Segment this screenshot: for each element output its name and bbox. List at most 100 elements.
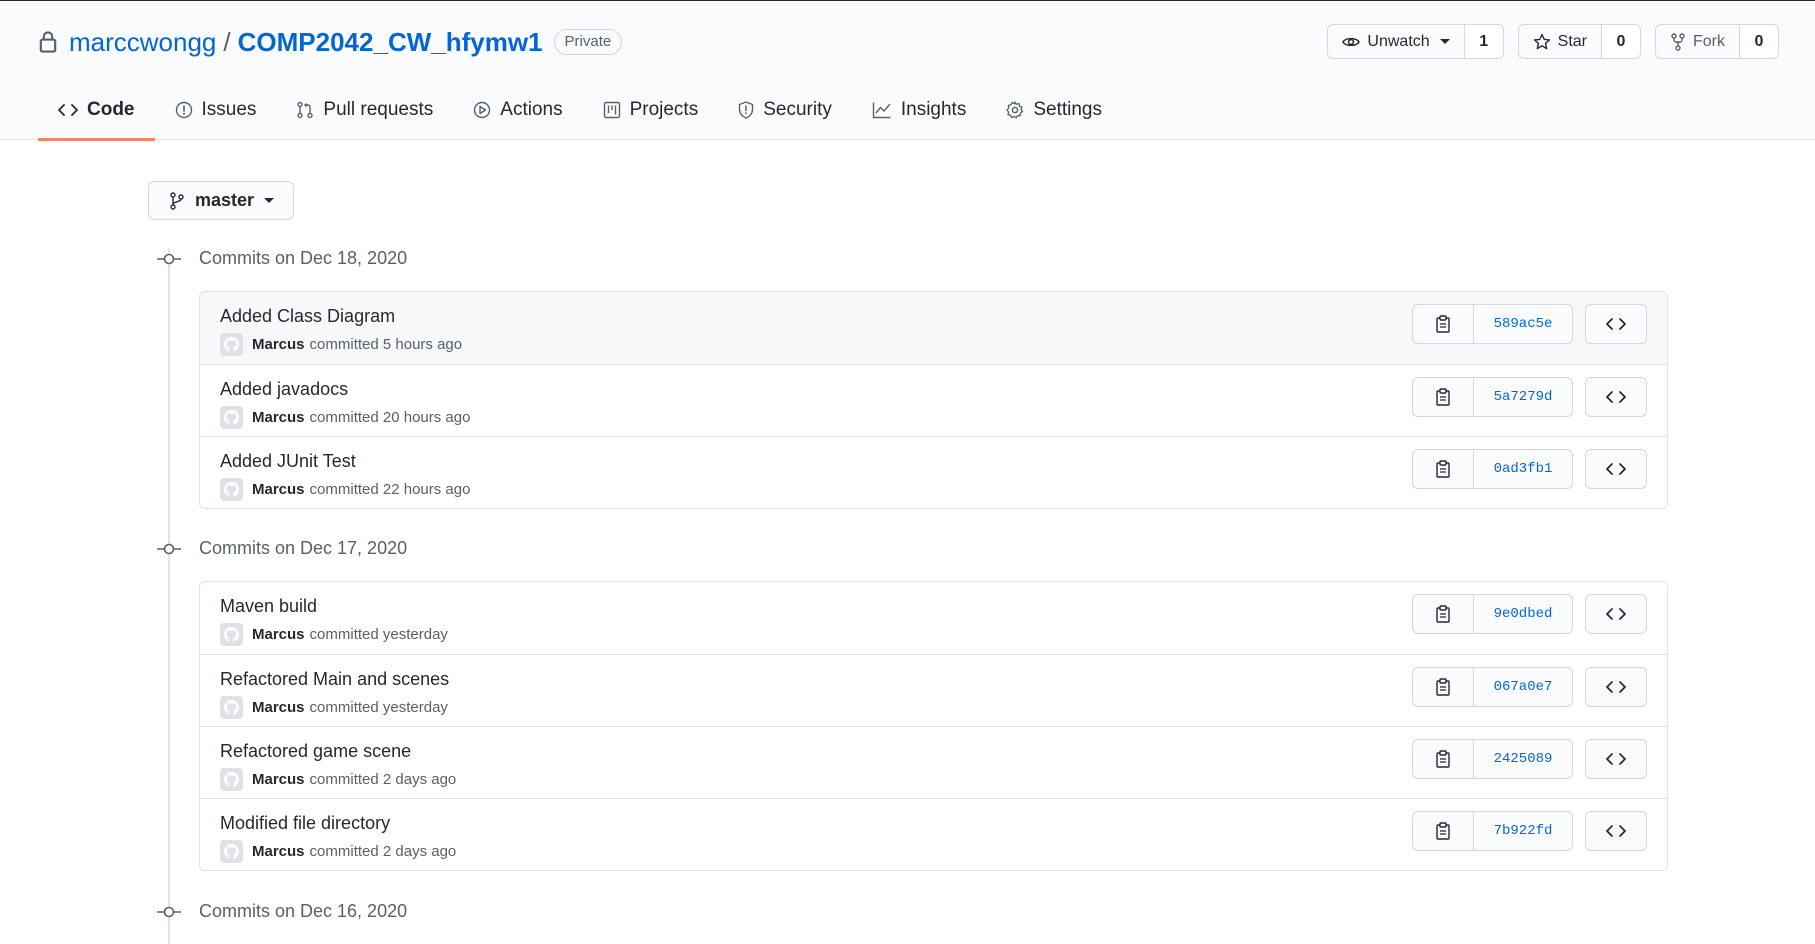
github-avatar-icon — [224, 410, 239, 425]
commit-message-link[interactable]: Added javadocs — [220, 379, 348, 400]
repo-nav: Code Issues Pull requests Actions Projec… — [38, 79, 1122, 141]
code-icon — [1606, 825, 1626, 837]
avatar[interactable] — [220, 478, 243, 501]
sha-group: 0ad3fb1 — [1412, 449, 1573, 489]
pull-request-icon — [297, 101, 314, 118]
forks-count[interactable]: 0 — [1740, 25, 1778, 58]
issue-icon — [175, 101, 192, 118]
commit-sha-link[interactable]: 2425089 — [1474, 740, 1572, 778]
code-icon — [1606, 463, 1626, 475]
commit-sha-link[interactable]: 589ac5e — [1474, 305, 1572, 343]
commit-message-link[interactable]: Added JUnit Test — [220, 451, 356, 472]
commit-author-link[interactable]: Marcus — [252, 481, 305, 498]
commit-sha-link[interactable]: 5a7279d — [1474, 378, 1572, 416]
tab-security[interactable]: Security — [718, 79, 852, 140]
browse-repo-button[interactable] — [1585, 449, 1647, 489]
commit-action: committed — [309, 843, 379, 860]
commit-action: committed — [309, 771, 379, 788]
lock-icon — [39, 31, 57, 53]
commit-author-link[interactable]: Marcus — [252, 771, 305, 788]
commit-author-link[interactable]: Marcus — [252, 336, 305, 353]
code-icon — [1606, 608, 1626, 620]
commit-sha-link[interactable]: 0ad3fb1 — [1474, 450, 1572, 488]
copy-sha-button[interactable] — [1413, 740, 1474, 778]
private-badge: Private — [553, 29, 623, 55]
repo-actions: Unwatch 1 Star 0 Fork 0 — [1327, 24, 1779, 59]
repo-owner-link[interactable]: marccwongg — [69, 27, 216, 58]
stars-count[interactable]: 0 — [1602, 25, 1640, 58]
commit-sha-link[interactable]: 067a0e7 — [1474, 668, 1572, 706]
unwatch-button[interactable]: Unwatch — [1328, 25, 1465, 58]
commit-group-title: Commits on Dec 17, 2020 — [199, 538, 408, 558]
github-avatar-icon — [224, 627, 239, 642]
copy-sha-button[interactable] — [1413, 378, 1474, 416]
repo-header: marccwongg / COMP2042_CW_hfymw1 Private … — [0, 1, 1815, 141]
tab-settings[interactable]: Settings — [986, 79, 1122, 140]
browse-repo-button[interactable] — [1585, 594, 1647, 634]
commit-sha-link[interactable]: 7b922fd — [1474, 812, 1572, 850]
branch-select-button[interactable]: master — [148, 181, 294, 220]
commit-row: Modified file directory Marcus committed… — [200, 798, 1667, 870]
tab-projects[interactable]: Projects — [583, 79, 719, 140]
repo-name-link[interactable]: COMP2042_CW_hfymw1 — [238, 27, 543, 58]
tab-code[interactable]: Code — [38, 79, 155, 141]
sha-group: 2425089 — [1412, 739, 1573, 779]
tab-pull-requests[interactable]: Pull requests — [276, 79, 453, 140]
commit-meta: Marcus committed 2 days ago — [220, 768, 456, 791]
sha-group: 589ac5e — [1412, 304, 1573, 344]
tab-issues[interactable]: Issues — [155, 79, 277, 140]
commit-action: committed — [309, 481, 379, 498]
commit-message-link[interactable]: Added Class Diagram — [220, 306, 395, 327]
browse-repo-button[interactable] — [1585, 739, 1647, 779]
tab-issues-label: Issues — [201, 98, 257, 120]
tab-insights[interactable]: Insights — [852, 79, 986, 140]
browse-repo-button[interactable] — [1585, 667, 1647, 707]
tab-actions[interactable]: Actions — [453, 79, 582, 140]
watch-group: Unwatch 1 — [1327, 24, 1504, 59]
browse-repo-button[interactable] — [1585, 377, 1647, 417]
browse-repo-button[interactable] — [1585, 304, 1647, 344]
avatar[interactable] — [220, 840, 243, 863]
copy-sha-button[interactable] — [1413, 812, 1474, 850]
shield-icon — [739, 100, 754, 119]
copy-sha-button[interactable] — [1413, 668, 1474, 706]
avatar[interactable] — [220, 333, 243, 356]
chevron-down-icon — [264, 198, 275, 203]
tab-code-label: Code — [87, 98, 135, 120]
commit-sha-link[interactable]: 9e0dbed — [1474, 595, 1572, 633]
commit-list: Maven build Marcus committed yesterday 9… — [199, 581, 1668, 871]
fork-group: Fork 0 — [1655, 24, 1779, 59]
avatar[interactable] — [220, 768, 243, 791]
avatar[interactable] — [220, 406, 243, 429]
star-button[interactable]: Star — [1519, 25, 1602, 58]
commit-group-icon — [157, 543, 181, 555]
copy-sha-button[interactable] — [1413, 450, 1474, 488]
code-icon — [1606, 681, 1626, 693]
watchers-count[interactable]: 1 — [1464, 25, 1503, 58]
sha-group: 5a7279d — [1412, 377, 1573, 417]
commit-author-link[interactable]: Marcus — [252, 843, 305, 860]
commit-author-link[interactable]: Marcus — [252, 699, 305, 716]
avatar[interactable] — [220, 696, 243, 719]
commit-action: committed — [309, 336, 379, 353]
commit-time: yesterday — [382, 626, 448, 643]
commit-author-link[interactable]: Marcus — [252, 626, 305, 643]
commit-row: Refactored Main and scenes Marcus commit… — [200, 654, 1667, 726]
commit-action: committed — [309, 626, 379, 643]
commit-message-link[interactable]: Refactored Main and scenes — [220, 669, 449, 690]
copy-sha-button[interactable] — [1413, 305, 1474, 343]
commit-message-link[interactable]: Refactored game scene — [220, 741, 411, 762]
clipboard-icon — [1436, 678, 1450, 696]
browse-repo-button[interactable] — [1585, 811, 1647, 851]
unwatch-label: Unwatch — [1367, 32, 1430, 50]
avatar[interactable] — [220, 623, 243, 646]
commit-message-link[interactable]: Modified file directory — [220, 813, 390, 834]
commit-action: committed — [309, 699, 379, 716]
repo-separator: / — [223, 26, 231, 57]
copy-sha-button[interactable] — [1413, 595, 1474, 633]
commit-author-link[interactable]: Marcus — [252, 409, 305, 426]
tab-pull-requests-label: Pull requests — [323, 98, 434, 120]
repo-title: marccwongg / COMP2042_CW_hfymw1 Private — [38, 25, 623, 59]
commit-message-link[interactable]: Maven build — [220, 596, 317, 617]
fork-button[interactable]: Fork — [1656, 25, 1740, 58]
